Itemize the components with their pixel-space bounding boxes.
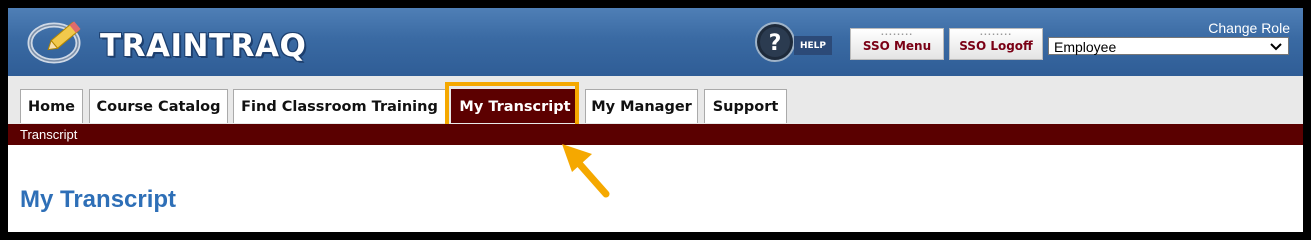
help-label: HELP <box>794 36 833 55</box>
pencil-swoosh-icon <box>27 21 81 64</box>
tab-label: Support <box>712 99 779 115</box>
chevron-down-icon <box>1270 38 1282 60</box>
help-question-icon: ? <box>755 22 795 62</box>
role-selected-value: Employee <box>1054 39 1117 55</box>
highlight-box <box>445 82 579 128</box>
header: TRAINTRAQ ? HELP ········ SSO Menu ·····… <box>8 8 1303 76</box>
tab-support[interactable]: Support <box>704 89 787 123</box>
change-role-label: Change Role <box>1208 20 1290 36</box>
tab-my-manager[interactable]: My Manager <box>585 89 698 123</box>
tab-course-catalog[interactable]: Course Catalog <box>89 89 228 123</box>
tab-label: Find Classroom Training <box>241 99 438 115</box>
sso-menu-button[interactable]: ········ SSO Menu <box>850 28 944 60</box>
traintraq-logo[interactable]: TRAINTRAQ <box>24 16 306 68</box>
nav-tabs: Home Course Catalog Find Classroom Train… <box>8 76 1303 124</box>
tab-label: Course Catalog <box>96 99 221 115</box>
tab-label: Home <box>27 99 76 115</box>
help-button[interactable]: ? HELP <box>754 21 836 63</box>
button-dots: ········ <box>880 30 914 39</box>
button-dots: ········ <box>979 30 1013 39</box>
app-window: TRAINTRAQ ? HELP ········ SSO Menu ·····… <box>8 8 1303 232</box>
sso-menu-label: SSO Menu <box>862 39 932 53</box>
svg-text:?: ? <box>769 31 782 56</box>
page-title: My Transcript <box>20 186 177 213</box>
tab-home[interactable]: Home <box>20 89 83 123</box>
logo-text: TRAINTRAQ <box>100 28 307 64</box>
sso-logoff-label: SSO Logoff <box>959 39 1033 53</box>
tab-label: My Manager <box>591 99 692 115</box>
callout-arrow-icon <box>562 144 610 198</box>
breadcrumb-label: Transcript <box>20 127 78 142</box>
tab-find-classroom-training[interactable]: Find Classroom Training <box>233 89 446 123</box>
breadcrumb: Transcript <box>8 124 1303 145</box>
sso-logoff-button[interactable]: ········ SSO Logoff <box>949 28 1043 60</box>
role-select[interactable]: Employee <box>1048 37 1289 55</box>
